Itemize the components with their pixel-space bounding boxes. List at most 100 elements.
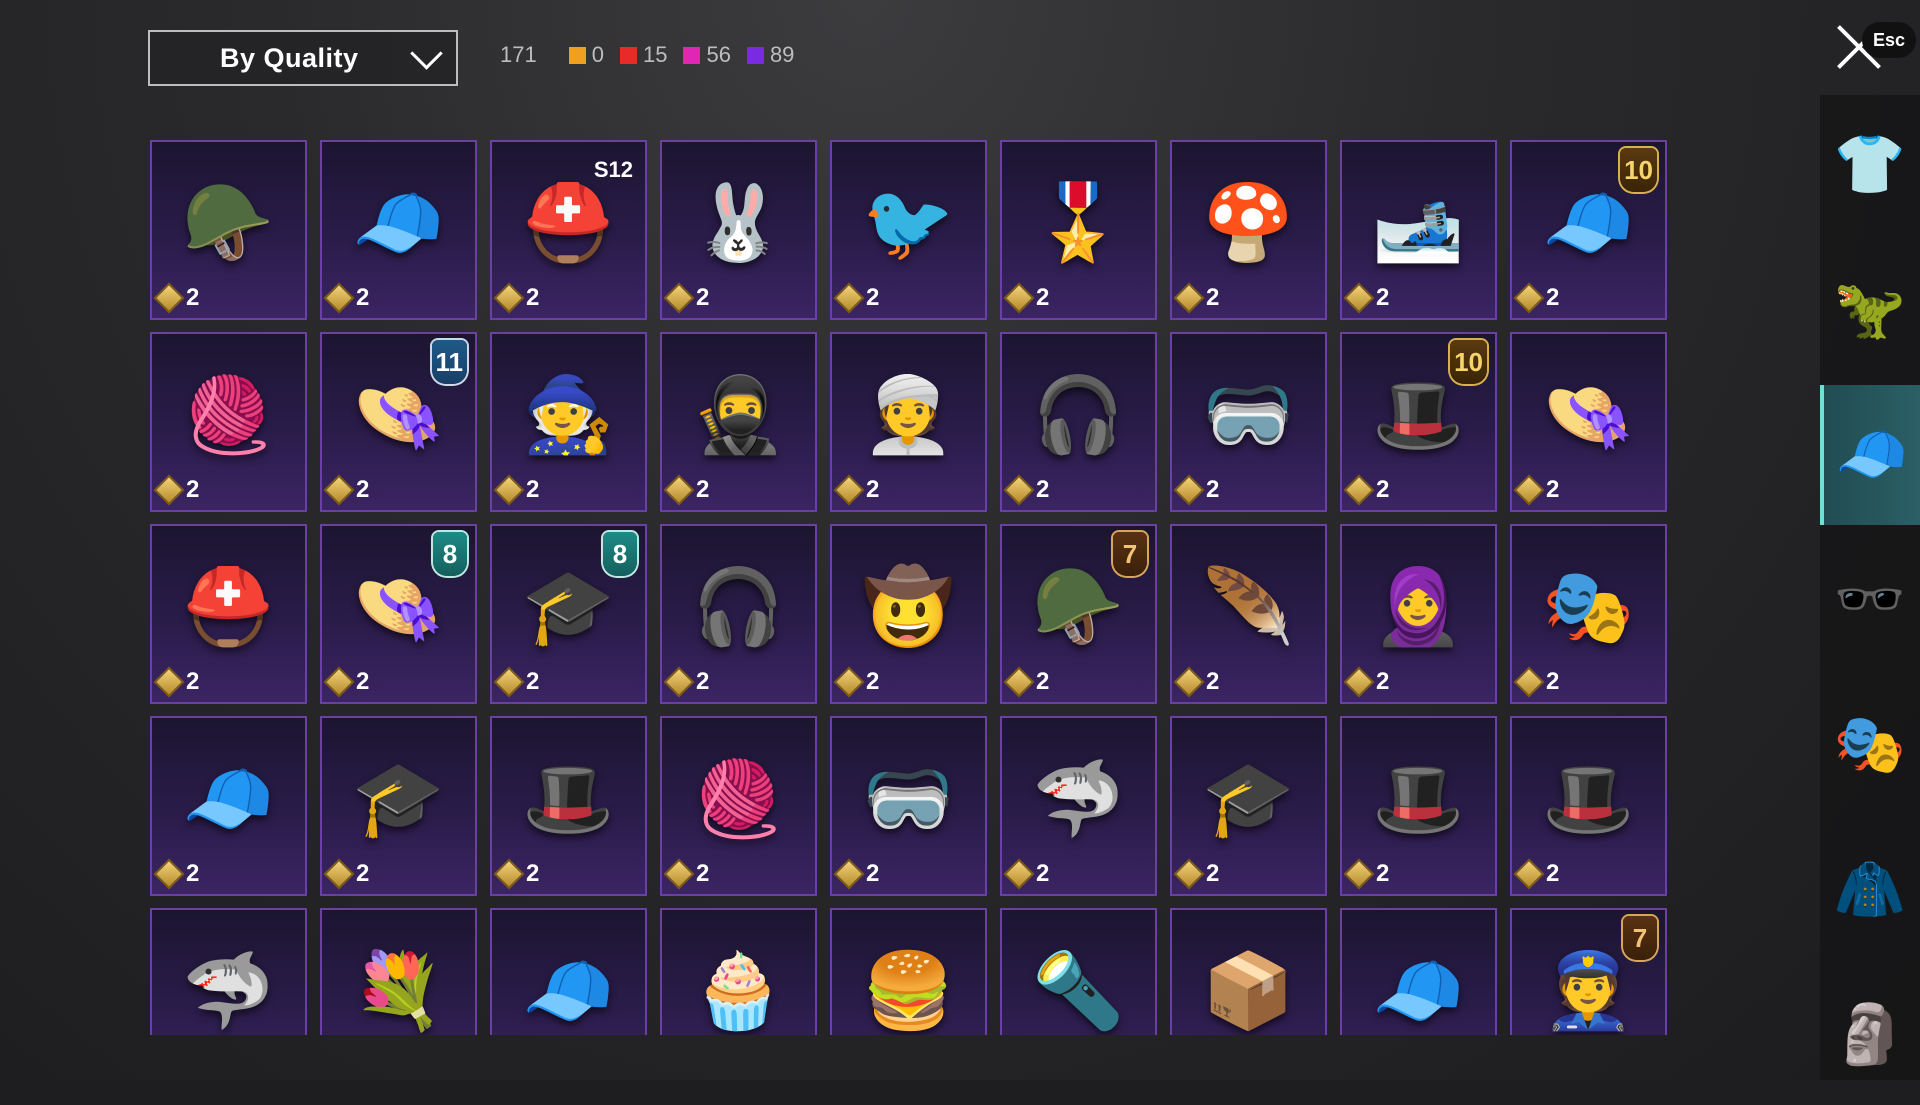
item-quantity: 2 bbox=[1003, 666, 1050, 698]
tab-mask-icon[interactable]: 🎭 bbox=[1820, 675, 1920, 815]
item-slot-blue-bird-hat[interactable]: 🐦 2 bbox=[830, 140, 987, 320]
item-quantity: 2 bbox=[1513, 858, 1559, 890]
camo-boonie-hat-icon: 👒 bbox=[352, 564, 445, 648]
item-slot-spiked-pink-helmet[interactable]: 🪖 2 bbox=[150, 140, 307, 320]
item-quantity: 2 bbox=[153, 858, 199, 890]
item-slot-blue-studded-cap[interactable]: 🍄 2 bbox=[1170, 140, 1327, 320]
quantity-value: 2 bbox=[1036, 476, 1050, 503]
item-slot-black-beret[interactable]: 🎓 2 bbox=[320, 716, 477, 896]
item-slot-black-top-hat[interactable]: 🎩 2 bbox=[1340, 716, 1497, 896]
diamond-icon bbox=[1513, 474, 1545, 506]
quantity-value: 2 bbox=[1546, 476, 1560, 503]
item-slot-winter-beanie[interactable]: 🎿 2 bbox=[1340, 140, 1497, 320]
item-slot-bunny-ears-headband[interactable]: 🐰 2 bbox=[660, 140, 817, 320]
item-slot-officer-hats-with-hair[interactable]: 🎖️ 2 bbox=[1000, 140, 1157, 320]
tab-outfit-icon[interactable]: 👕 bbox=[1820, 95, 1920, 235]
item-slot-yellow-pith-helmet[interactable]: ⛑️ 2 bbox=[150, 524, 307, 704]
diamond-icon bbox=[1343, 858, 1375, 890]
quantity-value: 2 bbox=[1036, 860, 1050, 887]
blue-studded-cap-icon: 🍄 bbox=[1202, 180, 1295, 264]
diamond-icon bbox=[1513, 282, 1545, 314]
item-slot-red-beret[interactable]: 🎓 2 bbox=[1170, 716, 1327, 896]
sort-dropdown[interactable]: By Quality bbox=[148, 30, 458, 86]
item-slot-cat-ear-headphones-pink[interactable]: 🎧 2 bbox=[1000, 332, 1157, 512]
item-slot-gray-beanie[interactable]: 🧶 2 bbox=[150, 332, 307, 512]
diamond-icon bbox=[663, 282, 695, 314]
quantity-value: 2 bbox=[1036, 668, 1050, 695]
item-slot-witch-hat[interactable]: 🧙 2 bbox=[490, 332, 647, 512]
item-slot-white-bandana[interactable]: 🥷 2 bbox=[660, 332, 817, 512]
item-slot-camo-bucket-hat[interactable]: 👒 11 2 bbox=[320, 332, 477, 512]
police-cap-icon: 👮 bbox=[1542, 948, 1635, 1032]
item-slot-cupcake-hat[interactable]: 🧁2 bbox=[660, 908, 817, 1035]
item-slot-brown-cowboy-hat[interactable]: 🤠 2 bbox=[830, 524, 987, 704]
item-slot-pink-cap[interactable]: 🧢 2 bbox=[320, 140, 477, 320]
item-slot-burger-hat[interactable]: 🍔2 bbox=[830, 908, 987, 1035]
quantity-value: 2 bbox=[1036, 284, 1050, 311]
item-slot-head-mirror[interactable]: 🔦2 bbox=[1000, 908, 1157, 1035]
cupcake-hat-icon: 🧁 bbox=[692, 948, 785, 1032]
item-quantity: 2 bbox=[323, 282, 370, 314]
item-quantity: 2 bbox=[1003, 858, 1050, 890]
item-slot-red-cap[interactable]: 🧢 10 2 bbox=[1510, 140, 1667, 320]
item-quantity: 2 bbox=[1173, 474, 1219, 506]
item-slot-blue-turban[interactable]: 👳 2 bbox=[830, 332, 987, 512]
quantity-value: 2 bbox=[1376, 476, 1390, 503]
item-slot-police-cap[interactable]: 👮72 bbox=[1510, 908, 1667, 1035]
item-quantity: 2 bbox=[663, 282, 709, 314]
chevron-down-icon bbox=[410, 36, 443, 70]
tab-glasses-icon[interactable]: 🕶️ bbox=[1820, 530, 1920, 670]
tab-face-icon[interactable]: 🗿 bbox=[1820, 965, 1920, 1105]
quantity-value: 2 bbox=[696, 860, 710, 887]
cat-ear-headphones-pink-icon: 🎧 bbox=[1032, 372, 1125, 456]
item-quantity: 2 bbox=[1173, 858, 1220, 890]
item-slot-white-feather-hat[interactable]: 🪶 2 bbox=[1170, 524, 1327, 704]
diamond-icon bbox=[663, 474, 695, 506]
quantity-value: 2 bbox=[1206, 860, 1220, 887]
officer-hats-with-hair-icon: 🎖️ bbox=[1032, 180, 1125, 264]
item-slot-green-tactical-helmet[interactable]: 🪖 7 2 bbox=[1000, 524, 1157, 704]
item-slot-black-cap[interactable]: 🧢 2 bbox=[150, 716, 307, 896]
inventory-grid-viewport[interactable]: 🪖 2 🧢 2 ⛑️ S12 2 🐰 2 🐦 2 🎖️ 2 🍄 2 🎿 2 🧢 10 2 🧶 2 👒 11 2 🧙 2 🥷 2 👳 2 🎧 2 🥽… bbox=[150, 140, 1670, 1035]
diamond-icon bbox=[323, 666, 355, 698]
diamond-icon bbox=[1003, 666, 1035, 698]
tab-head-icon[interactable]: 🦖 bbox=[1820, 240, 1920, 380]
scarecrow-hat-icon: 👒 bbox=[1542, 372, 1635, 456]
item-slot-orange-headscarf[interactable]: 🧕 2 bbox=[1340, 524, 1497, 704]
blue-bird-hat-icon: 🐦 bbox=[862, 180, 955, 264]
item-slot-shark-hat[interactable]: 🦈 2 bbox=[1000, 716, 1157, 896]
blue-garrison-cap-icon: 🧢 bbox=[1372, 948, 1465, 1032]
quantity-value: 2 bbox=[356, 284, 370, 311]
item-quantity: 2 bbox=[663, 474, 709, 506]
esc-hint[interactable]: Esc bbox=[1862, 22, 1916, 58]
item-slot-orange-beanie[interactable]: 🧶 2 bbox=[660, 716, 817, 896]
quantity-value: 2 bbox=[1376, 860, 1390, 887]
item-slot-scarecrow-hat[interactable]: 👒 2 bbox=[1510, 332, 1667, 512]
quantity-value: 2 bbox=[696, 668, 710, 695]
tab-jacket-icon[interactable]: 🧥 bbox=[1820, 820, 1920, 960]
diamond-icon bbox=[323, 858, 355, 890]
red-fedora-icon: 🎩 bbox=[1542, 756, 1635, 840]
item-slot-paper-box-hat[interactable]: 📦2 bbox=[1170, 908, 1327, 1035]
item-slot-navy-beret[interactable]: 🎓 8 2 bbox=[490, 524, 647, 704]
item-slot-carnival-mask-hat[interactable]: 🎭 2 bbox=[1510, 524, 1667, 704]
blue-turban-icon: 👳 bbox=[862, 372, 955, 456]
quantity-value: 2 bbox=[526, 476, 540, 503]
item-slot-blue-garrison-cap[interactable]: 🧢2 bbox=[1340, 908, 1497, 1035]
item-slot-red-fedora[interactable]: 🎩 2 bbox=[1510, 716, 1667, 896]
diamond-icon bbox=[1343, 282, 1375, 314]
item-slot-navy-cap[interactable]: 🧢2 bbox=[490, 908, 647, 1035]
item-slot-camo-boonie-hat[interactable]: 👒 8 2 bbox=[320, 524, 477, 704]
quantity-value: 2 bbox=[356, 476, 370, 503]
diamond-icon bbox=[663, 858, 695, 890]
tab-hat-icon[interactable]: 🧢 bbox=[1820, 385, 1920, 525]
item-slot-space-helmet[interactable]: ⛑️ S12 2 bbox=[490, 140, 647, 320]
sort-dropdown-label: By Quality bbox=[220, 42, 359, 73]
item-slot-flower-crown[interactable]: 💐2 bbox=[320, 908, 477, 1035]
item-slot-black-fedora[interactable]: 🎩 10 2 bbox=[1340, 332, 1497, 512]
item-slot-white-bucket-goggles[interactable]: 🥽 2 bbox=[1170, 332, 1327, 512]
item-slot-wrestler-mask[interactable]: 🥽 2 bbox=[830, 716, 987, 896]
item-slot-top-hat-gray[interactable]: 🎩 2 bbox=[490, 716, 647, 896]
item-slot-cat-ear-headphones-white[interactable]: 🎧 2 bbox=[660, 524, 817, 704]
item-slot-white-shark-hat[interactable]: 🦈2 bbox=[150, 908, 307, 1035]
